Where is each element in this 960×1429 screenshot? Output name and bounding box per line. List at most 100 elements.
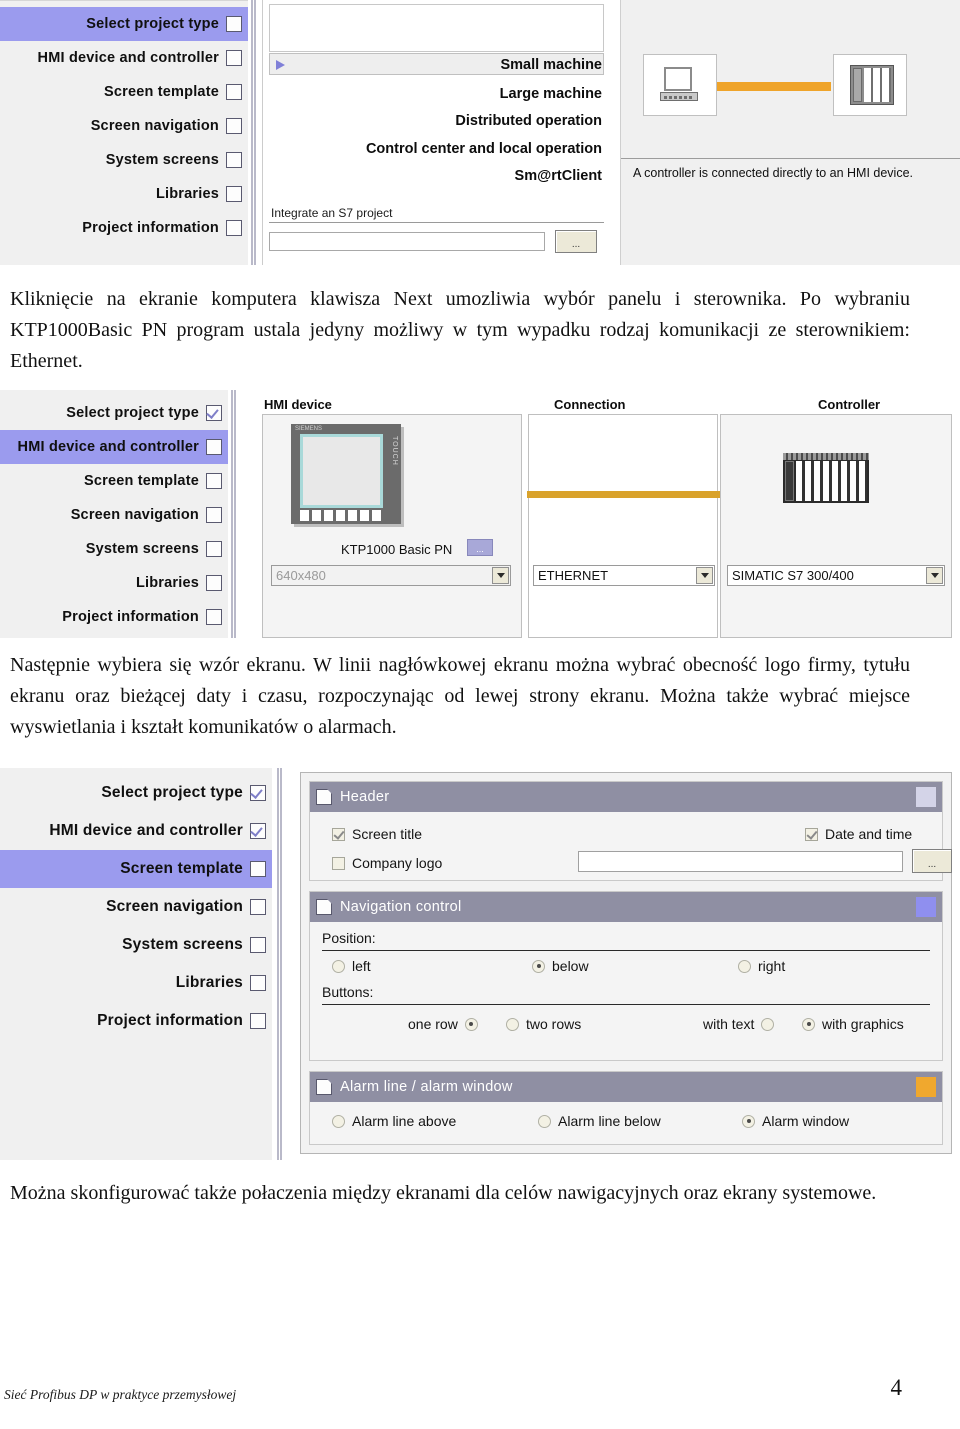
alarm-option-line-below[interactable]: Alarm line below [538, 1113, 661, 1129]
browse-button[interactable]: ... [555, 230, 597, 253]
sidebar-item-project-information[interactable]: Project information [0, 600, 228, 634]
sidebar-item-select-project-type[interactable]: Select project type [0, 396, 228, 430]
paragraph-1: Kliknięcie na ekranie komputera klawisza… [10, 288, 910, 372]
sidebar-item-label: HMI device and controller [37, 50, 219, 66]
step-checkbox-icon[interactable] [206, 439, 222, 455]
resolution-dropdown[interactable]: 640x480 [271, 565, 511, 586]
sidebar-item-hmi-device-and-controller[interactable]: HMI device and controller [0, 812, 272, 850]
step-checkbox-icon[interactable] [226, 152, 242, 168]
step-checkbox-icon[interactable] [250, 899, 266, 915]
sidebar-item-system-screens[interactable]: System screens [0, 926, 272, 964]
touch-label: TOUCH [391, 436, 398, 466]
step-checkbox-icon[interactable] [206, 405, 222, 421]
sidebar-item-libraries[interactable]: Libraries [0, 566, 228, 600]
checkbox-icon[interactable] [332, 856, 345, 870]
step-checkbox-icon[interactable] [226, 186, 242, 202]
step-checkbox-icon[interactable] [206, 473, 222, 489]
chevron-down-icon[interactable] [926, 567, 943, 584]
step-checkbox-icon[interactable] [206, 541, 222, 557]
sidebar-item-screen-template[interactable]: Screen template [0, 850, 272, 888]
group-header-bar[interactable]: Header [310, 782, 942, 812]
sidebar-item-label: Screen navigation [90, 118, 219, 134]
radio-icon[interactable] [532, 959, 545, 973]
option-date-and-time[interactable]: Date and time [805, 826, 912, 842]
buttons-option-with-text[interactable]: with text [703, 1016, 775, 1032]
sidebar-item-screen-navigation[interactable]: Screen navigation [0, 109, 248, 143]
radio-icon[interactable] [506, 1017, 519, 1031]
step-checkbox-icon[interactable] [206, 507, 222, 523]
radio-icon[interactable] [761, 1017, 775, 1031]
step-checkbox-icon[interactable] [250, 785, 266, 801]
step-checkbox-icon[interactable] [226, 16, 242, 32]
sidebar-item-screen-template[interactable]: Screen template [0, 75, 248, 109]
step-checkbox-icon[interactable] [226, 84, 242, 100]
chevron-down-icon[interactable] [696, 567, 713, 584]
radio-icon[interactable] [538, 1114, 551, 1128]
sidebar-item-select-project-type[interactable]: Select project type [0, 7, 248, 41]
step-checkbox-icon[interactable] [250, 861, 266, 877]
sidebar-item-select-project-type[interactable]: Select project type [0, 774, 272, 812]
radio-icon[interactable] [802, 1017, 815, 1031]
buttons-option-with-graphics[interactable]: with graphics [802, 1016, 904, 1032]
controller-type-dropdown[interactable]: SIMATIC S7 300/400 [727, 565, 945, 586]
wizard-sidebar-1: Select project type HMI device and contr… [0, 0, 248, 265]
company-logo-browse-button[interactable]: ... [912, 849, 952, 873]
position-option-below[interactable]: below [532, 958, 589, 974]
group-header-bar[interactable]: Alarm line / alarm window [310, 1072, 942, 1102]
step-checkbox-icon[interactable] [250, 937, 266, 953]
step-checkbox-icon[interactable] [226, 118, 242, 134]
project-type-label-large-machine[interactable]: Large machine [500, 86, 602, 102]
position-option-left[interactable]: left [332, 958, 371, 974]
hmi-device-browse-button[interactable]: ... [467, 539, 493, 556]
buttons-option-two-rows[interactable]: two rows [506, 1016, 581, 1032]
company-logo-path-input[interactable] [578, 851, 903, 872]
alarm-option-line-above[interactable]: Alarm line above [332, 1113, 456, 1129]
option-company-logo[interactable]: Company logo [332, 855, 442, 871]
step-checkbox-icon[interactable] [250, 1013, 266, 1029]
radio-icon[interactable] [464, 1017, 478, 1031]
position-option-right[interactable]: right [738, 958, 785, 974]
step-checkbox-icon[interactable] [250, 823, 266, 839]
option-screen-title[interactable]: Screen title [332, 826, 422, 842]
sidebar-splitter[interactable] [276, 768, 283, 1160]
sidebar-splitter[interactable] [230, 390, 237, 638]
group-navigation-control: Navigation control Position: left below … [309, 891, 943, 1061]
radio-icon[interactable] [742, 1114, 755, 1128]
radio-icon[interactable] [332, 959, 345, 973]
connection-type-dropdown[interactable]: ETHERNET [533, 565, 715, 586]
sidebar-item-hmi-device-and-controller[interactable]: HMI device and controller [0, 41, 248, 75]
alarm-option-window[interactable]: Alarm window [742, 1113, 849, 1129]
project-type-label-smartclient[interactable]: Sm@rtClient [515, 168, 602, 184]
sidebar-item-label: Screen navigation [70, 507, 199, 523]
s7-project-path-input[interactable] [269, 232, 545, 251]
step-checkbox-icon[interactable] [250, 975, 266, 991]
checkbox-icon[interactable] [332, 827, 345, 841]
buttons-option-one-row[interactable]: one row [408, 1016, 478, 1032]
sidebar-item-screen-navigation[interactable]: Screen navigation [0, 498, 228, 532]
sidebar-item-project-information[interactable]: Project information [0, 211, 248, 245]
sidebar-item-screen-template[interactable]: Screen template [0, 464, 228, 498]
sidebar-item-system-screens[interactable]: System screens [0, 532, 228, 566]
radio-icon[interactable] [738, 959, 751, 973]
sidebar-item-libraries[interactable]: Libraries [0, 964, 272, 1002]
project-type-label-distributed-operation[interactable]: Distributed operation [455, 113, 602, 129]
sidebar-item-label: Libraries [135, 575, 199, 591]
sidebar-item-hmi-device-and-controller[interactable]: HMI device and controller [0, 430, 228, 464]
sidebar-item-system-screens[interactable]: System screens [0, 143, 248, 177]
sidebar-item-project-information[interactable]: Project information [0, 1002, 272, 1040]
step-checkbox-icon[interactable] [226, 50, 242, 66]
sidebar-item-screen-navigation[interactable]: Screen navigation [0, 888, 272, 926]
wizard-sidebar-2: Select project type HMI device and contr… [0, 390, 228, 638]
sidebar-item-libraries[interactable]: Libraries [0, 177, 248, 211]
checkbox-icon[interactable] [805, 827, 818, 841]
chevron-down-icon[interactable] [492, 567, 509, 584]
step-checkbox-icon[interactable] [226, 220, 242, 236]
step-checkbox-icon[interactable] [206, 575, 222, 591]
option-label: Company logo [352, 855, 443, 871]
project-type-label-control-center[interactable]: Control center and local operation [366, 141, 602, 157]
step-checkbox-icon[interactable] [206, 609, 222, 625]
sidebar-splitter[interactable] [250, 0, 257, 265]
radio-icon[interactable] [332, 1114, 345, 1128]
group-header-bar[interactable]: Navigation control [310, 892, 942, 922]
project-type-label-small-machine[interactable]: Small machine [500, 57, 602, 73]
